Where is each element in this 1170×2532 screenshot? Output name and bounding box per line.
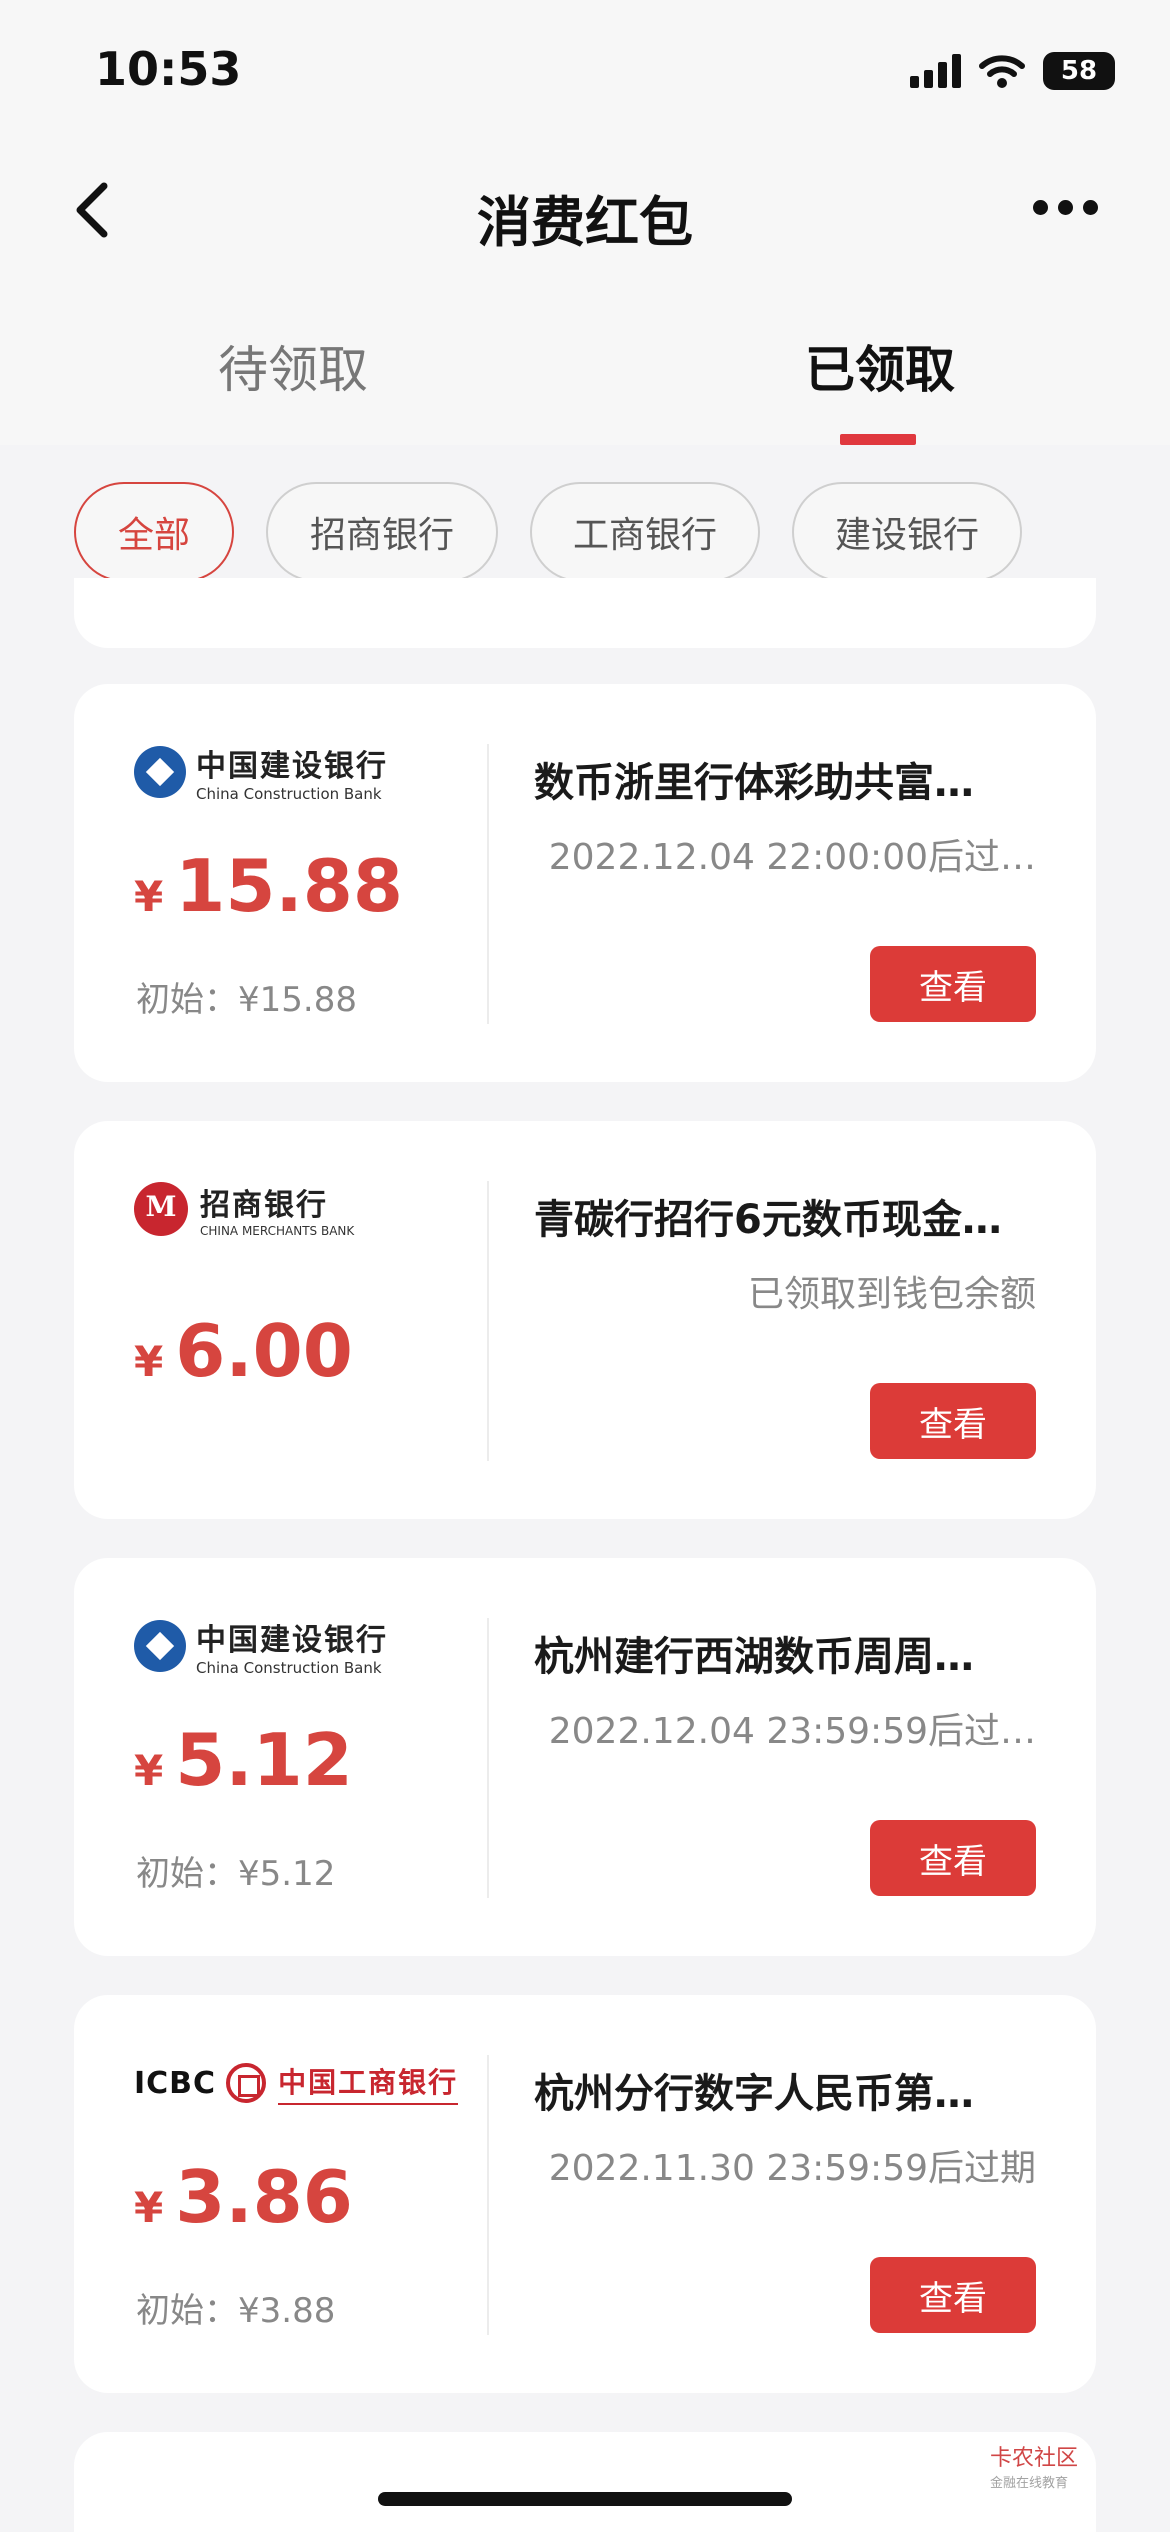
ccb-logo-icon xyxy=(134,1620,186,1672)
card-divider xyxy=(487,1618,489,1898)
card-subtitle: 2022.11.30 23:59:59后过期 xyxy=(548,2148,1036,2189)
bank-name-cn: 招商银行 xyxy=(200,1188,328,1223)
icbc-logo: ICBC 中国工商银行 xyxy=(134,2053,459,2113)
card-divider xyxy=(487,2055,489,2335)
initial-amount: 初始：¥15.88 xyxy=(136,980,357,1020)
filter-icbc[interactable]: 工商银行 xyxy=(530,482,760,582)
status-icons: 58 xyxy=(910,52,1115,90)
nav-bar: 消费红包 xyxy=(0,150,1170,270)
ccb-logo-icon xyxy=(134,746,186,798)
ccb-logo: 中国建设银行 China Construction Bank xyxy=(134,742,388,803)
active-tab-indicator xyxy=(840,434,916,445)
bank-name-en: CHINA MERCHANTS BANK xyxy=(200,1224,355,1238)
filter-chips: 全部 招商银行 工商银行 建设银行 xyxy=(74,482,1022,582)
filter-cmb[interactable]: 招商银行 xyxy=(266,482,498,582)
card-partial-bottom xyxy=(74,2432,1096,2532)
tab-bar: 待领取 已领取 xyxy=(0,300,1170,445)
currency-symbol: ¥ xyxy=(134,872,164,921)
cmb-logo-icon xyxy=(134,1182,188,1236)
tab-pending[interactable]: 待领取 xyxy=(218,330,368,402)
card-divider xyxy=(487,1181,489,1461)
cmb-logo: 招商银行 CHINA MERCHANTS BANK xyxy=(134,1179,354,1239)
tab-received[interactable]: 已领取 xyxy=(805,330,955,402)
amount: ¥ 6.00 xyxy=(134,1309,353,1393)
amount-value: 6.00 xyxy=(175,1309,353,1393)
view-button[interactable]: 查看 xyxy=(870,1820,1036,1896)
card-subtitle: 已领取到钱包余额 xyxy=(747,1274,1036,1315)
card-subtitle: 2022.12.04 23:59:59后过… xyxy=(548,1711,1036,1752)
battery-icon: 58 xyxy=(1043,52,1115,90)
bank-name-cn: 中国工商银行 xyxy=(278,2061,459,2105)
status-bar: 10:53 58 xyxy=(0,0,1170,150)
bank-name-en: China Construction Bank xyxy=(196,785,382,803)
watermark: 卡农社区 金融在线教育 xyxy=(990,2440,1078,2491)
wifi-icon xyxy=(979,55,1025,88)
view-button[interactable]: 查看 xyxy=(870,946,1036,1022)
card-title: 杭州建行西湖数币周周… xyxy=(534,1634,974,1680)
card-subtitle: 2022.12.04 22:00:00后过… xyxy=(548,837,1036,878)
home-indicator[interactable] xyxy=(378,2492,792,2506)
icbc-logo-icon xyxy=(226,2063,267,2103)
amount-value: 15.88 xyxy=(175,844,403,928)
card-partial-top xyxy=(74,578,1096,648)
amount: ¥ 5.12 xyxy=(134,1718,353,1802)
card-title: 青碳行招行6元数币现金… xyxy=(534,1197,1002,1243)
filter-all[interactable]: 全部 xyxy=(74,482,234,582)
bank-name-en: China Construction Bank xyxy=(196,1659,382,1677)
view-button[interactable]: 查看 xyxy=(870,1383,1036,1459)
currency-symbol: ¥ xyxy=(134,1746,164,1795)
red-packet-card: 中国建设银行 China Construction Bank ¥ 15.88 初… xyxy=(74,684,1096,1082)
amount: ¥ 3.86 xyxy=(134,2155,353,2239)
red-packet-card: 招商银行 CHINA MERCHANTS BANK ¥ 6.00 青碳行招行6元… xyxy=(74,1121,1096,1519)
red-packet-card: ICBC 中国工商银行 ¥ 3.86 初始：¥3.88 杭州分行数字人民币第… … xyxy=(74,1995,1096,2393)
signal-icon xyxy=(910,54,961,88)
bank-name-en: ICBC xyxy=(134,2065,217,2101)
initial-amount: 初始：¥3.88 xyxy=(136,2291,336,2331)
filter-ccb[interactable]: 建设银行 xyxy=(792,482,1022,582)
bank-name-cn: 中国建设银行 xyxy=(196,749,388,784)
watermark-text: 卡农社区 xyxy=(990,2446,1079,2471)
ccb-logo: 中国建设银行 China Construction Bank xyxy=(134,1616,388,1677)
view-button[interactable]: 查看 xyxy=(870,2257,1036,2333)
card-title: 杭州分行数字人民币第… xyxy=(534,2071,974,2117)
status-time: 10:53 xyxy=(95,42,242,96)
more-options-icon[interactable] xyxy=(1033,200,1098,215)
initial-amount: 初始：¥5.12 xyxy=(136,1854,336,1894)
currency-symbol: ¥ xyxy=(134,2183,164,2232)
amount-value: 3.86 xyxy=(175,2155,353,2239)
amount-value: 5.12 xyxy=(175,1718,353,1802)
currency-symbol: ¥ xyxy=(134,1337,164,1386)
red-packet-card: 中国建设银行 China Construction Bank ¥ 5.12 初始… xyxy=(74,1558,1096,1956)
page-title: 消费红包 xyxy=(477,191,693,254)
card-title: 数币浙里行体彩助共富… xyxy=(534,760,974,806)
watermark-subtext: 金融在线教育 xyxy=(990,2476,1069,2491)
card-divider xyxy=(487,744,489,1024)
bank-name-cn: 中国建设银行 xyxy=(196,1623,388,1658)
amount: ¥ 15.88 xyxy=(134,844,403,928)
